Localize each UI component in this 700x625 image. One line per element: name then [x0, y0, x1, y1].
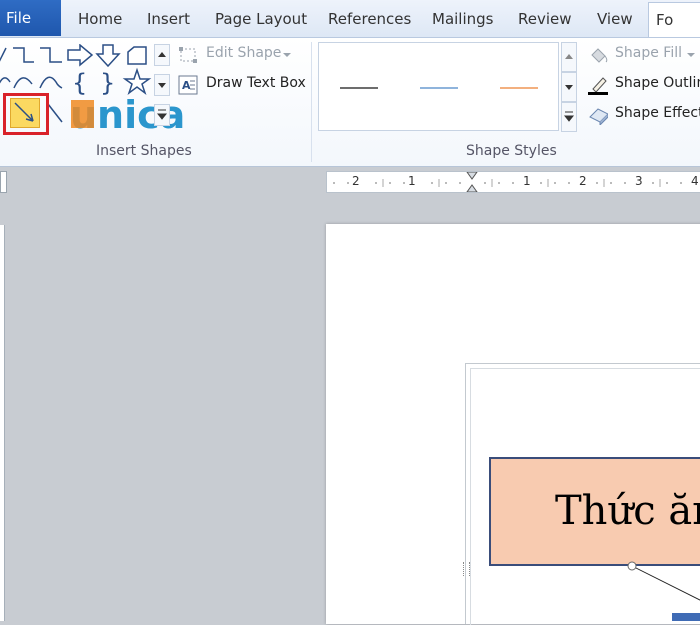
tab-home[interactable]: Home — [78, 0, 122, 38]
pen-outline-icon — [588, 77, 608, 95]
style-preset-gray[interactable] — [340, 87, 378, 89]
right-arrow-shape-icon[interactable] — [67, 43, 94, 67]
tab-page-layout[interactable]: Page Layout — [215, 0, 307, 38]
unica-logo: unica . — [70, 93, 185, 137]
styles-more-button[interactable] — [561, 102, 577, 132]
diagonal-arrow-icon — [14, 102, 34, 122]
star-shape-icon[interactable] — [122, 67, 152, 96]
elbow-arrow-connector-icon[interactable] — [40, 47, 62, 63]
shape-outline-button[interactable]: Shape Outlin — [588, 74, 700, 96]
ruler-ticks — [333, 171, 682, 199]
edit-shape-button[interactable]: Edit Shape — [178, 44, 308, 66]
shape-effects-button[interactable]: Shape Effect — [588, 104, 700, 126]
shape-effects-label: Shape Effect — [615, 105, 700, 121]
snip-rectangle-shape-icon[interactable] — [127, 46, 147, 65]
freeform-shape-icon[interactable] — [39, 76, 63, 89]
style-preset-blue[interactable] — [420, 87, 458, 89]
text-box-icon: A — [178, 75, 198, 95]
tab-review[interactable]: Review — [518, 0, 572, 38]
paint-bucket-icon — [591, 48, 608, 63]
chevron-down-icon — [687, 53, 695, 57]
tab-references[interactable]: References — [328, 0, 411, 38]
vertical-ruler[interactable] — [0, 225, 5, 621]
shape-styles-group-label: Shape Styles — [466, 143, 557, 159]
ruler-label: 3 — [635, 174, 643, 188]
edit-shape-icon — [179, 47, 197, 63]
edit-shape-label: Edit Shape — [206, 45, 282, 61]
styles-scroll-up-button[interactable] — [561, 42, 577, 72]
shape-effects-icon — [589, 108, 608, 125]
styles-scroll-down-button[interactable] — [561, 72, 577, 102]
unica-watermark: unica . — [70, 92, 200, 137]
line-shape-icon[interactable] — [0, 47, 7, 64]
shape-styles-gallery[interactable] — [318, 42, 559, 131]
gallery-more-button[interactable] — [154, 104, 170, 126]
ruler-tab-selector[interactable] — [0, 171, 7, 193]
line-arrow-shape-button[interactable] — [10, 98, 40, 128]
shape-outline-label: Shape Outlin — [615, 75, 700, 91]
draw-text-box-label: Draw Text Box — [206, 75, 306, 91]
tab-mailings[interactable]: Mailings — [432, 0, 493, 38]
gallery-scroll-down-button[interactable] — [154, 74, 170, 96]
arrow-connector-icon[interactable] — [47, 103, 63, 123]
tab-view[interactable]: View — [597, 0, 633, 38]
ruler-label: 2 — [579, 174, 587, 188]
insert-shapes-group-label: Insert Shapes — [96, 143, 192, 159]
chevron-down-icon — [283, 53, 291, 57]
ruler-label: 1 — [408, 174, 416, 188]
ruler-label: 4 — [691, 174, 699, 188]
style-preset-orange[interactable] — [500, 87, 538, 89]
ruler-label: 1 — [523, 174, 531, 188]
gallery-scroll-up-button[interactable] — [154, 44, 170, 66]
arc-shape-icon[interactable] — [13, 77, 33, 89]
canvas-resize-handle[interactable] — [463, 562, 470, 576]
group-separator — [311, 42, 312, 162]
horizontal-ruler[interactable]: 2 1 1 2 3 4 — [326, 171, 700, 199]
tab-file[interactable]: File — [0, 0, 61, 36]
ruler-label: 2 — [352, 174, 360, 188]
food-text-box[interactable]: Thức ăn — [489, 457, 700, 566]
child-shape-box[interactable] — [672, 613, 700, 621]
shape-fill-label: Shape Fill — [615, 45, 682, 61]
shape-fill-button[interactable]: Shape Fill — [588, 44, 700, 66]
elbow-connector-icon[interactable] — [13, 47, 34, 63]
tab-insert[interactable]: Insert — [147, 0, 190, 38]
curve-shape-icon[interactable] — [0, 77, 11, 86]
svg-text:A: A — [182, 79, 191, 92]
tab-format[interactable]: Fo — [648, 2, 700, 38]
down-arrow-shape-icon[interactable] — [95, 44, 121, 68]
draw-text-box-button[interactable]: A Draw Text Box — [178, 74, 308, 96]
